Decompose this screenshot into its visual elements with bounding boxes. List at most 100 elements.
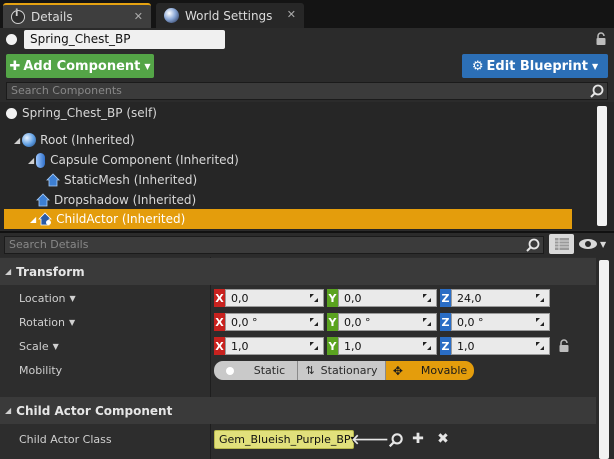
actor-name-field[interactable]: Spring_Chest_BP	[24, 30, 225, 49]
mobility-selector: Static ⇅ Stationary ✥ Movable	[214, 361, 474, 380]
child-actor-icon	[38, 212, 53, 226]
eye-icon	[579, 239, 597, 249]
chevron-down-icon: ▼	[52, 341, 59, 351]
view-options-button[interactable]: ▼	[578, 236, 610, 252]
scale-y-field[interactable]: 1,0	[338, 337, 437, 355]
collapse-triangle-icon: ◢	[5, 267, 12, 276]
globe-icon	[164, 8, 179, 23]
use-selected-arrow-icon[interactable]: 🡐	[351, 431, 389, 448]
details-properties: ◢ Transform Location ▼ X 0,0 Y 0,0 Z 24,…	[0, 257, 596, 459]
expand-triangle-icon[interactable]: ◢	[30, 215, 36, 224]
mobility-stationary-option[interactable]: ⇅ Stationary	[298, 361, 386, 380]
tree-item-capsule[interactable]: ◢ Capsule Component (Inherited)	[0, 150, 594, 170]
gear-icon: ⚙	[471, 58, 484, 74]
axis-x-badge: X	[214, 289, 225, 307]
location-x-value: 0,0	[231, 292, 249, 305]
close-icon[interactable]: ✕	[287, 8, 296, 21]
search-details-input[interactable]: Search Details	[4, 236, 544, 254]
mobility-movable-option[interactable]: ✥ Movable	[386, 361, 474, 380]
scale-y-value: 1,0	[344, 340, 362, 353]
expand-triangle-icon[interactable]: ◢	[14, 136, 20, 145]
tab-world-settings[interactable]: World Settings ✕	[156, 3, 304, 28]
mobility-label: Mobility	[19, 361, 62, 379]
mobility-static-label: Static	[253, 364, 286, 377]
tab-details-label: Details	[31, 9, 73, 24]
tree-item-label: Capsule Component (Inherited)	[50, 153, 239, 167]
transform-section-header[interactable]: ◢ Transform	[0, 258, 596, 285]
tree-item-label: ChildActor (Inherited)	[56, 212, 186, 226]
search-components-placeholder: Search Components	[11, 84, 122, 97]
location-label[interactable]: Location ▼	[19, 289, 76, 307]
rotation-vector: X 0,0 ° Y 0,0 ° Z 0,0 °	[214, 313, 550, 331]
location-z-value: 24,0	[457, 292, 482, 305]
axis-x-badge: X	[214, 313, 225, 331]
chevron-down-icon: ▼	[69, 293, 76, 303]
scale-label-text: Scale	[19, 339, 49, 353]
capsule-icon	[36, 152, 46, 168]
panel-divider[interactable]	[0, 231, 614, 233]
tree-item-dropshadow[interactable]: Dropshadow (Inherited)	[0, 190, 594, 210]
static-mesh-icon	[46, 173, 60, 187]
rotation-x-field[interactable]: 0,0 °	[225, 313, 324, 331]
details-scrollbar[interactable]	[599, 260, 609, 459]
scale-x-field[interactable]: 1,0	[225, 337, 324, 355]
add-component-label: Add Component	[23, 58, 141, 74]
lock-icon[interactable]	[558, 339, 570, 353]
tree-item-staticmesh[interactable]: StaticMesh (Inherited)	[0, 170, 594, 190]
tree-item-label: Dropshadow (Inherited)	[54, 193, 197, 207]
location-y-field[interactable]: 0,0	[338, 289, 437, 307]
scale-vector: X 1,0 Y 1,0 Z 1,0	[214, 337, 550, 355]
axis-z-badge: Z	[440, 337, 451, 355]
location-y-value: 0,0	[344, 292, 362, 305]
mobility-movable-label: Movable	[420, 364, 468, 377]
location-x-field[interactable]: 0,0	[225, 289, 324, 307]
tab-details[interactable]: Details ✕	[3, 3, 151, 28]
rotation-z-field[interactable]: 0,0 °	[451, 313, 550, 331]
browse-search-icon[interactable]	[388, 432, 404, 448]
section-title: Transform	[16, 264, 85, 279]
search-components-input[interactable]: Search Components	[6, 82, 608, 100]
tab-strip: Details ✕ World Settings ✕	[0, 0, 614, 28]
rotation-label-text: Rotation	[19, 315, 66, 329]
child-actor-section-header[interactable]: ◢ Child Actor Component	[0, 397, 596, 424]
mobility-static-option[interactable]: Static	[214, 361, 298, 380]
rotation-y-value: 0,0 °	[344, 316, 371, 329]
location-vector: X 0,0 Y 0,0 Z 24,0	[214, 289, 550, 307]
property-matrix-button[interactable]	[549, 234, 574, 254]
expand-triangle-icon[interactable]: ◢	[28, 156, 34, 165]
edit-blueprint-button[interactable]: ⚙ Edit Blueprint ▼	[462, 54, 608, 78]
chevron-down-icon: ▼	[69, 317, 76, 327]
component-tree: Spring_Chest_BP (self) ◢ Root (Inherited…	[0, 102, 614, 230]
drag-arrows-icon	[536, 318, 544, 326]
add-component-button[interactable]: ✚ Add Component ▼	[6, 54, 154, 78]
tree-item-self[interactable]: Spring_Chest_BP (self)	[0, 103, 594, 123]
tree-scrollbar[interactable]	[597, 106, 607, 226]
details-icon	[11, 8, 25, 24]
actor-icon	[6, 34, 17, 45]
tree-item-label: Spring_Chest_BP (self)	[22, 106, 157, 120]
scale-z-field[interactable]: 1,0	[451, 337, 550, 355]
add-icon[interactable]: ✚	[410, 431, 426, 447]
lock-icon[interactable]	[595, 32, 607, 46]
rotation-label[interactable]: Rotation ▼	[19, 313, 75, 331]
clear-icon[interactable]: ✖	[435, 431, 451, 447]
child-actor-class-label: Child Actor Class	[19, 430, 112, 448]
child-actor-class-picker[interactable]: Gem_Blueish_Purple_BP ▼	[214, 430, 357, 449]
actor-icon	[6, 107, 17, 119]
tree-item-root[interactable]: ◢ Root (Inherited)	[0, 130, 594, 150]
axis-x-badge: X	[214, 337, 225, 355]
tree-item-label: Root (Inherited)	[40, 133, 135, 147]
details-panel: Spring_Chest_BP ✚ Add Component ▼ ⚙ Edit…	[0, 28, 614, 459]
tree-item-childactor[interactable]: ◢ ChildActor (Inherited)	[4, 209, 572, 229]
stationary-icon: ⇅	[305, 364, 315, 377]
close-icon[interactable]: ✕	[134, 10, 143, 23]
child-actor-class-label-text: Child Actor Class	[19, 432, 112, 446]
grid-icon	[554, 238, 569, 250]
section-title: Child Actor Component	[16, 403, 173, 418]
column-splitter[interactable]	[210, 257, 211, 459]
scale-label[interactable]: Scale ▼	[19, 337, 59, 355]
location-z-field[interactable]: 24,0	[451, 289, 550, 307]
drag-arrows-icon	[536, 294, 544, 302]
rotation-y-field[interactable]: 0,0 °	[338, 313, 437, 331]
tree-item-label: StaticMesh (Inherited)	[64, 173, 198, 187]
